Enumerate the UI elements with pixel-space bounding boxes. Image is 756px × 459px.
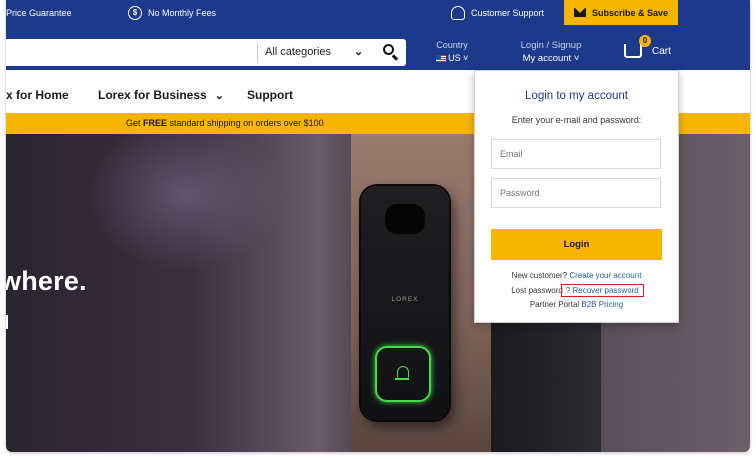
- search-bar[interactable]: All categories ⌄: [6, 39, 406, 66]
- price-guarantee: Price Guarantee: [6, 0, 72, 25]
- nav-item-home[interactable]: x for Home: [6, 70, 69, 113]
- price-guarantee-label: Price Guarantee: [6, 7, 72, 18]
- us-flag-icon: [435, 55, 446, 63]
- shipping-prefix: Get: [126, 118, 144, 128]
- subscribe-label: Subscribe & Save: [591, 7, 669, 18]
- headset-icon: [451, 5, 465, 20]
- device-logo: LOREX: [391, 296, 419, 303]
- dollar-icon: $: [128, 5, 142, 20]
- lost-password-text: Lost password: [511, 286, 563, 295]
- login-subtitle: Enter your e-mail and password:: [511, 115, 642, 125]
- no-fees: $ No Monthly Fees: [128, 0, 216, 25]
- nav-item-label: x for Home: [6, 88, 69, 102]
- chevron-down-icon: ˅: [573, 53, 580, 64]
- cart-count-badge: 0: [639, 35, 651, 47]
- site-header: All categories ⌄ Country US ˅ Login / Si…: [6, 25, 750, 70]
- nav-item-business[interactable]: Lorex for Business ⌄: [98, 70, 224, 113]
- country-selector[interactable]: Country US ˅: [432, 39, 472, 65]
- envelope-icon: [573, 8, 586, 17]
- nav-item-label: Lorex for Business: [98, 88, 207, 102]
- chevron-down-icon: ˅: [463, 53, 469, 63]
- no-fees-label: No Monthly Fees: [148, 7, 217, 18]
- doorbell-image: LOREX: [361, 186, 449, 420]
- customer-support-label: Customer Support: [471, 7, 545, 18]
- cart-icon: 0: [624, 35, 651, 58]
- bell-icon: [395, 366, 409, 380]
- shipping-free: FREE: [143, 118, 168, 128]
- country-label: Country: [436, 40, 468, 50]
- country-value: US: [448, 53, 461, 63]
- customer-support-link[interactable]: Customer Support: [451, 0, 544, 25]
- account-value: My account: [522, 53, 572, 64]
- shipping-text: Get FREE standard shipping on orders ove…: [126, 113, 324, 134]
- recover-password-link[interactable]: ? Recover password: [560, 284, 644, 297]
- cart-button[interactable]: 0 Cart: [624, 35, 671, 62]
- search-icon[interactable]: [383, 44, 394, 55]
- new-customer-text: New customer?: [511, 271, 570, 280]
- browser-viewport: Price Guarantee $ No Monthly Fees Custom…: [6, 0, 750, 452]
- lost-password-line: Lost password? Recover password: [475, 284, 678, 297]
- partner-line: Partner Portal B2B Pricing: [475, 300, 678, 309]
- create-account-link[interactable]: Create your account: [569, 271, 641, 280]
- b2b-pricing-link[interactable]: B2B Pricing: [581, 300, 623, 309]
- chevron-down-icon: ⌄: [214, 90, 224, 102]
- partner-text: Partner Portal: [529, 300, 582, 309]
- account-menu[interactable]: Login / Signup My account ˅: [511, 39, 591, 65]
- email-field[interactable]: [491, 139, 661, 169]
- doorbell-button: [375, 346, 431, 402]
- nav-item-label: Support: [247, 88, 293, 102]
- login-dropdown: Login to my account Enter your e-mail an…: [474, 70, 679, 323]
- hero-text-fragment: [6, 315, 8, 329]
- category-select[interactable]: All categories: [265, 39, 331, 66]
- search-divider: [257, 43, 258, 62]
- promo-bar: Price Guarantee $ No Monthly Fees Custom…: [6, 0, 750, 25]
- shipping-suffix: standard shipping on orders over $100: [167, 118, 324, 128]
- nav-item-support[interactable]: Support: [247, 70, 293, 113]
- cart-label: Cart: [652, 45, 671, 57]
- camera-lens: [385, 204, 425, 234]
- hero-headline: where.: [6, 266, 87, 296]
- login-button[interactable]: Login: [491, 229, 662, 260]
- password-field[interactable]: [491, 178, 661, 208]
- new-customer-line: New customer? Create your account: [475, 271, 678, 280]
- chevron-down-icon[interactable]: ⌄: [354, 45, 363, 58]
- login-title: Login to my account: [525, 90, 628, 102]
- subscribe-button[interactable]: Subscribe & Save: [564, 0, 678, 25]
- account-label: Login / Signup: [520, 40, 582, 51]
